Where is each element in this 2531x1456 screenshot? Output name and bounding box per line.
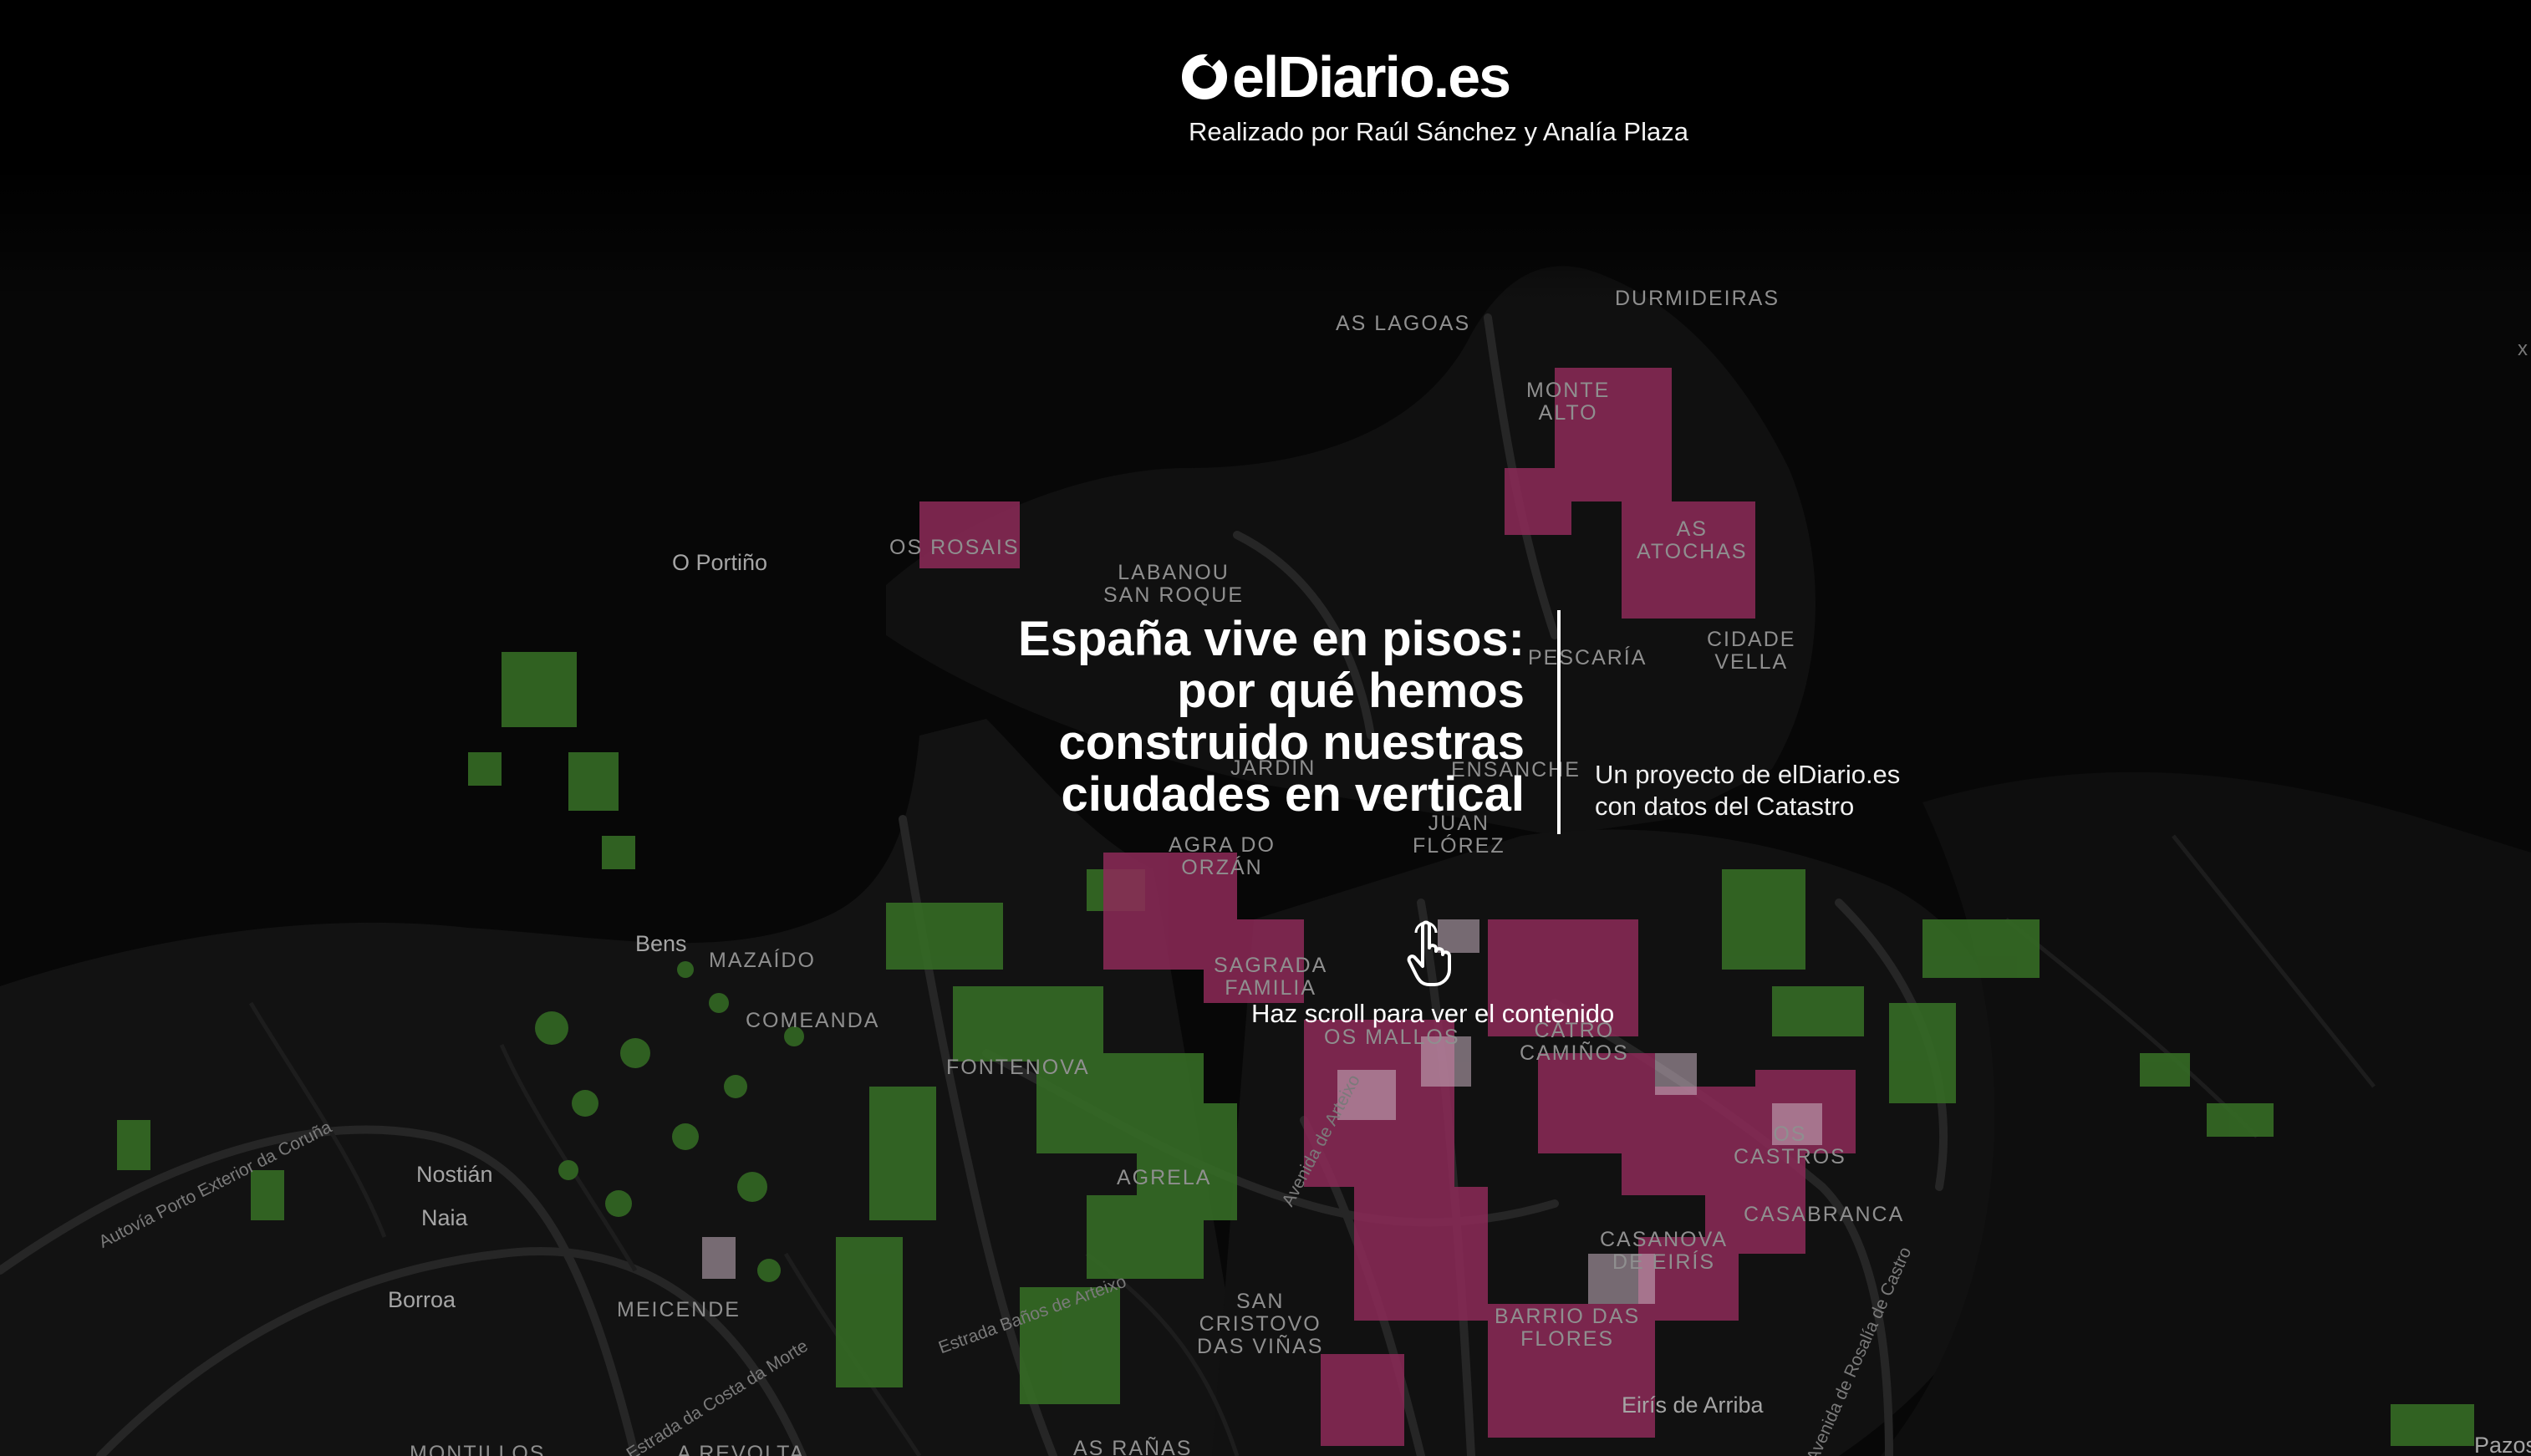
place-label: FONTENOVA — [946, 1056, 1090, 1079]
place-label: Eirís de Arriba — [1622, 1392, 1764, 1418]
place-label: A REVOLTA — [677, 1442, 806, 1456]
subtitle: Un proyecto de elDiario.es con datos del… — [1595, 759, 1946, 822]
place-label: DURMIDEIRAS — [1615, 287, 1780, 310]
map-edge-mark: x — [2518, 338, 2528, 360]
byline: Realizado por Raúl Sánchez y Analía Plaz… — [1189, 117, 1688, 146]
logo-mark-icon — [1182, 54, 1227, 99]
place-label: AGRELA — [1117, 1166, 1212, 1189]
place-label: AS LAGOAS — [1336, 312, 1471, 335]
title-line: construido nuestras — [1058, 715, 1525, 770]
place-label: MAZAÍDO — [709, 949, 816, 972]
place-label: CASABRANCA — [1744, 1203, 1905, 1226]
place-label: MONTILLOS — [410, 1442, 546, 1456]
title-divider — [1557, 610, 1561, 834]
place-label: AS ATOCHAS — [1637, 517, 1748, 563]
place-label: O Portiño — [672, 550, 768, 575]
place-label: SAGRADA FAMILIA — [1214, 954, 1328, 1000]
eldiario-logo[interactable]: elDiario.es — [1182, 43, 1700, 110]
place-label: OS MALLOS — [1324, 1026, 1460, 1049]
logo-text: elDiario.es — [1232, 44, 1511, 109]
title-line: ciudades en vertical — [1061, 767, 1525, 822]
place-label: LABANOU SAN ROQUE — [1103, 561, 1245, 607]
map-stage[interactable]: AS LAGOAS DURMIDEIRAS MONTE ALTO AS ATOC… — [0, 0, 2531, 1456]
scroll-hint: Haz scroll para ver el contenido — [1251, 999, 1615, 1028]
subtitle-line: Un proyecto de elDiario.es — [1595, 760, 1901, 789]
place-label: Naia — [421, 1205, 468, 1230]
place-label: Pazos — [2474, 1433, 2531, 1456]
hand-pointer-icon — [1407, 920, 1451, 986]
place-label: PESCARÍA — [1528, 646, 1647, 669]
site-header: elDiario.es Realizado por Raúl Sánchez y… — [1182, 43, 1700, 147]
title-line: por qué hemos — [1177, 664, 1525, 718]
place-label: AS RAÑAS — [1073, 1437, 1193, 1456]
place-label: Borroa — [388, 1287, 456, 1312]
place-label: SAN CRISTOVO DAS VIÑAS — [1197, 1290, 1324, 1358]
place-label: Nostián — [416, 1162, 493, 1187]
place-label: COMEANDA — [746, 1009, 880, 1032]
place-label: MEICENDE — [617, 1298, 741, 1321]
place-label: OS CASTROS — [1734, 1123, 1846, 1168]
title-line: España vive en pisos: — [1017, 612, 1525, 666]
subtitle-line: con datos del Catastro — [1595, 792, 1855, 821]
place-label: OS ROSAIS — [889, 536, 1020, 559]
place-label: AGRA DO ORZÁN — [1169, 833, 1276, 879]
place-label: CASANOVA DE EIRÍS — [1600, 1228, 1729, 1274]
page-title: España vive en pisos: por qué hemos cons… — [919, 613, 1525, 821]
place-label: MONTE ALTO — [1526, 379, 1611, 425]
place-label: Bens — [635, 931, 687, 956]
place-label: CIDADE VELLA — [1707, 628, 1796, 674]
place-label: BARRIO DAS FLORES — [1495, 1305, 1641, 1351]
